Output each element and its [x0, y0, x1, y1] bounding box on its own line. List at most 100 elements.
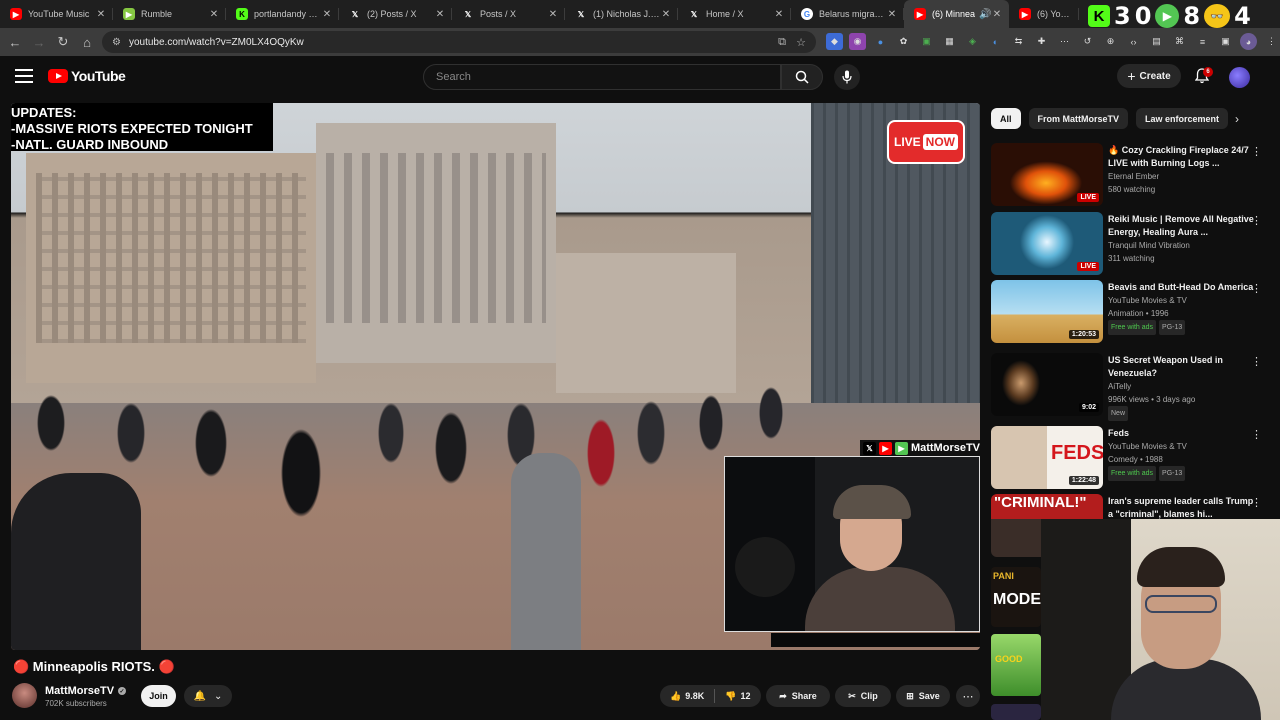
close-icon[interactable]: ✕: [321, 9, 333, 20]
reload-icon[interactable]: ↻: [51, 30, 75, 54]
chip-from-channel[interactable]: From MattMorseTV: [1028, 108, 1129, 129]
puzzle-icon[interactable]: ✚: [1033, 33, 1050, 50]
extension-icon[interactable]: ◉: [849, 33, 866, 50]
browser-tab[interactable]: 𝕏 Posts / X ✕: [452, 0, 565, 28]
extension-icon[interactable]: ◈: [964, 33, 981, 50]
create-button[interactable]: + Create: [1117, 64, 1181, 88]
youtube-icon: ▶: [914, 8, 926, 20]
close-icon[interactable]: ✕: [991, 9, 1003, 20]
channel-avatar[interactable]: [12, 683, 37, 708]
extension-icon[interactable]: ▤: [1148, 33, 1165, 50]
browser-tab[interactable]: ▶ YouTube Music ✕: [0, 0, 113, 28]
extension-icon[interactable]: ▦: [941, 33, 958, 50]
video-thumbnail[interactable]: [991, 704, 1041, 720]
chip-law-enforcement[interactable]: Law enforcement: [1136, 108, 1229, 129]
subscription-bell-button[interactable]: 🔔 ⌄: [184, 685, 232, 707]
browser-tab[interactable]: Kportlandandy Stre ✕: [226, 0, 339, 28]
voice-search-button[interactable]: [834, 64, 860, 90]
thumbnail-text: "CRIMINAL!": [994, 494, 1087, 511]
close-icon[interactable]: ✕: [434, 9, 446, 20]
kick-icon: K: [1088, 5, 1110, 27]
recommendation-item[interactable]: LIVE 🔥 Cozy Crackling Fireplace 24/7 LIV…: [991, 143, 1270, 207]
browser-tab[interactable]: 𝕏 Home / X ✕: [678, 0, 791, 28]
video-thumbnail: LIVE: [991, 143, 1103, 206]
speaker-icon[interactable]: 🔊: [979, 9, 991, 20]
close-icon[interactable]: ✕: [886, 9, 898, 20]
menu-icon[interactable]: ⋮: [1263, 33, 1280, 50]
save-button[interactable]: ⊞ Save: [896, 685, 950, 707]
partial-thumbnails: PANI MODE GOOD: [991, 567, 1041, 720]
recommendation-item[interactable]: FEDS 1:22:48 Feds YouTube Movies & TV Com…: [991, 426, 1270, 490]
menu-icon[interactable]: [15, 69, 33, 83]
close-icon[interactable]: ✕: [660, 9, 672, 20]
recommendation-info: 🔥 Cozy Crackling Fireplace 24/7 LIVE wit…: [1108, 145, 1249, 194]
more-vertical-icon[interactable]: ⋮: [1251, 496, 1262, 509]
chevron-down-icon: ⌄: [214, 690, 223, 702]
extension-icon[interactable]: ⌘: [1171, 33, 1188, 50]
forward-icon[interactable]: →: [27, 30, 51, 54]
thumbs-down-icon: 👎: [725, 690, 737, 701]
recommendation-item[interactable]: LIVE Reiki Music | Remove All Negative E…: [991, 212, 1270, 276]
browser-tab[interactable]: ▶ Rumble ✕: [113, 0, 226, 28]
devtools-icon[interactable]: ‹›: [1125, 33, 1142, 50]
more-vertical-icon[interactable]: ⋮: [1251, 214, 1262, 227]
join-button[interactable]: Join: [141, 685, 176, 707]
chip-all[interactable]: All: [991, 108, 1021, 129]
more-vertical-icon[interactable]: ⋮: [1251, 145, 1262, 158]
home-icon[interactable]: ⌂: [75, 30, 99, 54]
more-actions-button[interactable]: ⋯: [956, 685, 980, 707]
chevron-right-icon[interactable]: ›: [1235, 112, 1239, 126]
mic-icon: [842, 70, 852, 84]
video-player[interactable]: UPDATES: -MASSIVE RIOTS EXPECTED TONIGHT…: [11, 103, 980, 650]
youtube-logo[interactable]: YouTube: [48, 68, 126, 84]
history-icon[interactable]: ↺: [1079, 33, 1096, 50]
extension-icon[interactable]: ▣: [1217, 33, 1234, 50]
extension-icon[interactable]: ⊕: [1102, 33, 1119, 50]
install-icon[interactable]: ⧉: [778, 36, 786, 49]
profile-avatar[interactable]: ◕: [1240, 33, 1257, 50]
search-button[interactable]: [781, 64, 823, 90]
close-icon[interactable]: ✕: [547, 9, 559, 20]
clip-button[interactable]: ✂ Clip: [835, 685, 891, 707]
browser-tab[interactable]: G Belarus migrant - ✕: [791, 0, 904, 28]
close-icon[interactable]: ✕: [208, 9, 220, 20]
close-icon[interactable]: ✕: [773, 9, 785, 20]
like-button[interactable]: 👍 9.8K: [660, 685, 714, 707]
extension-icon[interactable]: ●: [872, 33, 889, 50]
extension-icon[interactable]: ⋯: [1056, 33, 1073, 50]
extension-icon[interactable]: ▣: [918, 33, 935, 50]
address-bar[interactable]: ⚙ youtube.com/watch?v=ZM0LX4OQyKw ⧉ ☆: [102, 31, 816, 53]
more-vertical-icon[interactable]: ⋮: [1251, 355, 1262, 368]
thumbnail-text: GOOD: [995, 654, 1023, 664]
video-thumbnail[interactable]: PANI MODE: [991, 567, 1041, 627]
browser-tab[interactable]: 𝕏(1) Nicholas J. Fue✕: [565, 0, 678, 28]
recommendation-item[interactable]: 1:20:53 Beavis and Butt-Head Do America …: [991, 280, 1270, 344]
recommendation-item[interactable]: 9:02 US Secret Weapon Used in Venezuela?…: [991, 353, 1270, 421]
browser-tab[interactable]: 𝕏 (2) Posts / X ✕: [339, 0, 452, 28]
thumbs-up-icon: 👍: [670, 690, 682, 701]
rumble-icon: ▶: [123, 8, 135, 20]
bookmark-star-icon[interactable]: ☆: [796, 36, 806, 49]
video-thumbnail[interactable]: GOOD: [991, 634, 1041, 696]
extension-icon[interactable]: ◆: [826, 33, 843, 50]
browser-tab[interactable]: ▶(6) YouTube: [1009, 0, 1079, 28]
recommendation-info: Iran's supreme leader calls Trump a "cri…: [1108, 496, 1254, 519]
channel-name[interactable]: MattMorseTV ✓: [45, 685, 127, 697]
site-info-icon[interactable]: ⚙: [112, 37, 121, 48]
media-icon[interactable]: ≡: [1194, 33, 1211, 50]
account-avatar[interactable]: [1229, 67, 1250, 88]
dislike-button[interactable]: 👎 12: [715, 685, 760, 707]
back-icon[interactable]: ←: [3, 30, 27, 54]
youtube-icon: ▶: [878, 441, 892, 455]
more-vertical-icon[interactable]: ⋮: [1251, 428, 1262, 441]
more-vertical-icon[interactable]: ⋮: [1251, 282, 1262, 295]
extension-icon[interactable]: ⇆: [1010, 33, 1027, 50]
browser-tab-active[interactable]: ▶ (6) Minnea 🔊 ✕: [904, 0, 1009, 28]
video-thumbnail: LIVE: [991, 212, 1103, 275]
extension-icon[interactable]: ✿: [895, 33, 912, 50]
close-icon[interactable]: ✕: [95, 9, 107, 20]
search-input[interactable]: Search: [423, 64, 781, 90]
extension-icon[interactable]: ◐: [987, 33, 1004, 50]
share-button[interactable]: ➦ Share: [766, 685, 830, 707]
browser-toolbar: ← → ↻ ⌂ ⚙ youtube.com/watch?v=ZM0LX4OQyK…: [0, 28, 1280, 56]
